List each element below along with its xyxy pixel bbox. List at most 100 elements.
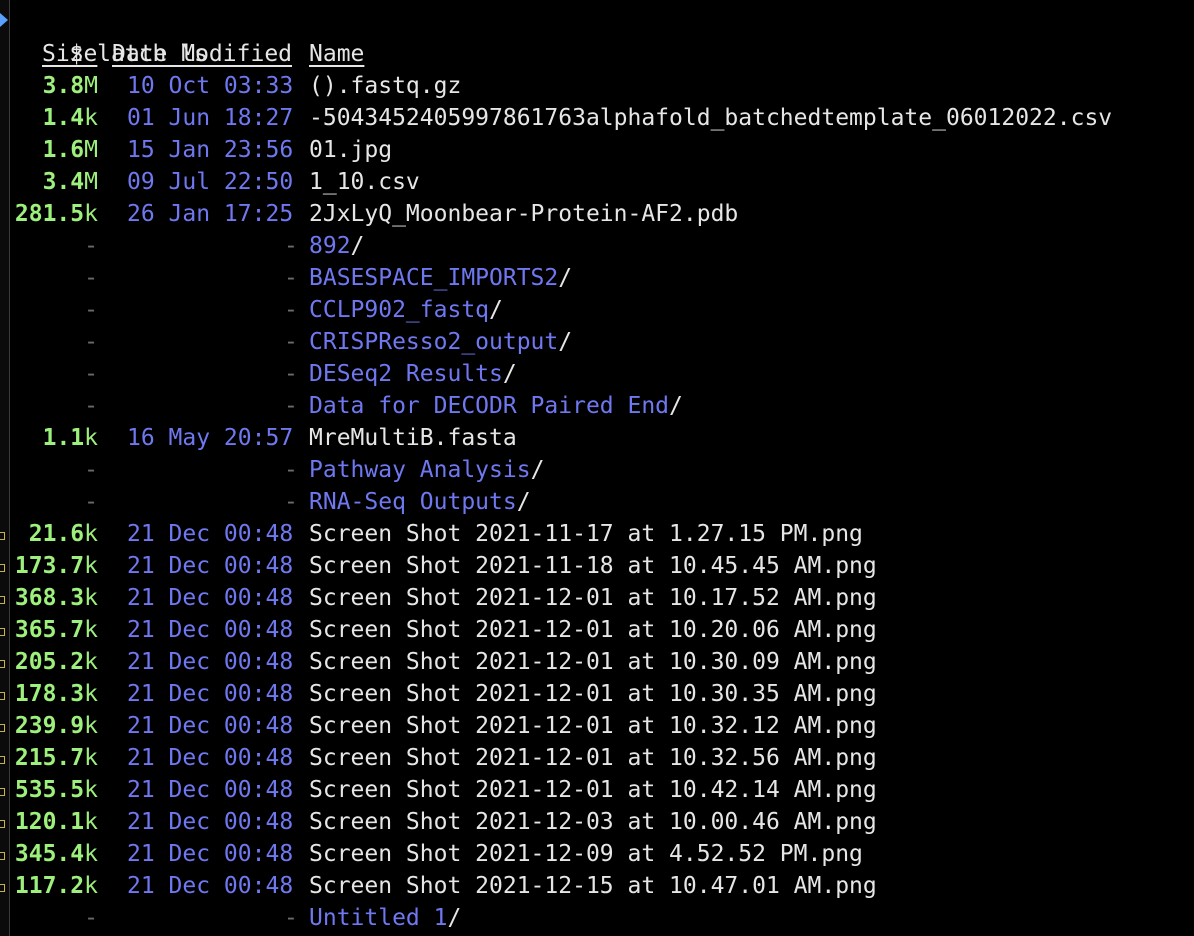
directory-name: 892/ — [309, 230, 364, 262]
date-cell: 21 Dec 00:48 — [127, 585, 294, 611]
entry-name: Screen Shot 2021-12-01 at 10.42.14 AM.pn… — [309, 777, 877, 803]
size-cell: - — [14, 390, 98, 422]
size-unit: k — [84, 681, 98, 707]
entry-name: BASESPACE_IMPORTS2 — [309, 265, 559, 291]
directory-slash: / — [489, 297, 503, 323]
entry-name: Screen Shot 2021-12-01 at 10.30.09 AM.pn… — [309, 649, 877, 675]
date-cell: 21 Dec 00:48 — [127, 809, 294, 835]
entry-name: CCLP902_fastq — [309, 297, 490, 323]
date-cell: 21 Dec 00:48 — [127, 521, 294, 547]
size-unit: k — [84, 553, 98, 579]
file-row: 1.6M 15 Jan 23:56 01.jpg — [14, 134, 1194, 166]
file-list: 3.8M 10 Oct 03:33 ().fastq.gz 1.4k 01 Jun 18… — [14, 70, 1194, 934]
file-row: - -892/ — [14, 230, 1194, 262]
gutter-tick-icon — [0, 884, 5, 892]
size-value: 345.4 — [14, 841, 85, 867]
entry-name: Screen Shot 2021-11-17 at 1.27.15 PM.png — [309, 521, 863, 547]
file-row: 239.9k 21 Dec 00:48 Screen Shot 2021-12-01… — [14, 710, 1194, 742]
size-cell: - — [14, 326, 98, 358]
file-row: - - Pathway Analysis/ — [14, 454, 1194, 486]
size-cell: 239.9k — [14, 710, 98, 742]
file-row: 535.5k 21 Dec 00:48 Screen Shot 2021-12-01… — [14, 774, 1194, 806]
file-row: 368.3k 21 Dec 00:48 Screen Shot 2021-12-01… — [14, 582, 1194, 614]
size-value: 3.4 — [42, 169, 85, 195]
size-unit: M — [84, 169, 98, 195]
size-cell: 205.2k — [14, 646, 98, 678]
gutter-tick-icon — [0, 692, 5, 700]
size-unit: M — [84, 73, 98, 99]
directory-slash: / — [669, 393, 683, 419]
file-name: Screen Shot 2021-12-01 at 10.30.09 AM.pn… — [309, 646, 877, 678]
directory-name: Data for DECODR Paired End/ — [309, 390, 683, 422]
size-placeholder: - — [84, 361, 98, 387]
file-row: 21.6k 21 Dec 00:48 Screen Shot 2021-11-17 … — [14, 518, 1194, 550]
entry-name: -5043452405997861763alphafold_batchedtem… — [309, 105, 1113, 131]
date-cell: 21 Dec 00:48 — [127, 873, 294, 899]
table-header: Size Date Modified Name — [14, 38, 1194, 70]
size-placeholder: - — [84, 297, 98, 323]
date-cell: 09 Jul 22:50 — [127, 169, 294, 195]
date-cell: - — [284, 489, 298, 515]
file-row: 1.1k 16 May 20:57 MreMultiB.fasta — [14, 422, 1194, 454]
file-name: Screen Shot 2021-12-01 at 10.32.12 AM.pn… — [309, 710, 877, 742]
file-row: 3.8M 10 Oct 03:33 ().fastq.gz — [14, 70, 1194, 102]
entry-name: Data for DECODR Paired End — [309, 393, 670, 419]
date-cell: - — [284, 905, 298, 931]
date-cell: 21 Dec 00:48 — [127, 777, 294, 803]
entry-name: Screen Shot 2021-12-01 at 10.30.35 AM.pn… — [309, 681, 877, 707]
file-name: Screen Shot 2021-12-03 at 10.00.46 AM.pn… — [309, 806, 877, 838]
file-name: Screen Shot 2021-12-09 at 4.52.52 PM.png — [309, 838, 863, 870]
size-unit: k — [84, 617, 98, 643]
size-placeholder: - — [84, 457, 98, 483]
directory-slash: / — [350, 233, 365, 259]
gutter-tick-icon — [0, 596, 5, 604]
entry-name: 2JxLyQ_Moonbear-Protein-AF2.pdb — [309, 201, 739, 227]
file-row: 3.4M 09 Jul 22:50 1_10.csv — [14, 166, 1194, 198]
size-cell: 365.7k — [14, 614, 98, 646]
size-value: 205.2 — [14, 649, 85, 675]
size-cell: 3.4M — [14, 166, 98, 198]
size-value: 365.7 — [14, 617, 85, 643]
size-value: 368.3 — [14, 585, 85, 611]
gutter-tick-icon — [0, 532, 5, 540]
file-name: Screen Shot 2021-12-15 at 10.47.01 AM.pn… — [309, 870, 877, 902]
directory-slash: / — [558, 329, 573, 355]
date-cell: 21 Dec 00:48 — [127, 713, 294, 739]
entry-name: Screen Shot 2021-12-01 at 10.17.52 AM.pn… — [309, 585, 877, 611]
file-name: Screen Shot 2021-12-01 at 10.30.35 AM.pn… — [309, 678, 877, 710]
size-unit: k — [84, 873, 98, 899]
gutter-tick-icon — [0, 852, 5, 860]
file-row: 120.1k 21 Dec 00:48 Screen Shot 2021-12-03… — [14, 806, 1194, 838]
date-cell: - — [284, 361, 298, 387]
prompt-line: $ latch ls — [14, 6, 1194, 67]
gutter-tick-icon — [0, 724, 5, 732]
directory-slash: / — [558, 265, 573, 291]
file-row: 205.2k 21 Dec 00:48 Screen Shot 2021-12-01… — [14, 646, 1194, 678]
file-row: - - DESeq2 Results/ — [14, 358, 1194, 390]
size-value: 3.8 — [42, 73, 85, 99]
date-cell: 21 Dec 00:48 — [127, 649, 294, 675]
date-cell: - — [284, 297, 298, 323]
entry-name: 1_10.csv — [309, 169, 420, 195]
size-cell: 1.4k — [14, 102, 98, 134]
header-size: Size — [42, 41, 98, 67]
size-value: 21.6 — [28, 521, 85, 547]
date-cell: 21 Dec 00:48 — [127, 553, 294, 579]
date-cell: - — [284, 457, 298, 483]
file-row: - - Untitled 1/ — [14, 902, 1194, 934]
file-row: 1.4k 01 Jun 18:27 -5043452405997861763alph… — [14, 102, 1194, 134]
size-unit: k — [84, 425, 98, 451]
size-unit: k — [84, 745, 98, 771]
entry-name: Screen Shot 2021-12-01 at 10.32.12 AM.pn… — [309, 713, 877, 739]
size-placeholder: - — [84, 489, 98, 515]
file-row: - - Data for DECODR Paired End/ — [14, 390, 1194, 422]
file-row: - - CRISPResso2_output/ — [14, 326, 1194, 358]
size-value: 1.6 — [42, 137, 85, 163]
size-cell: 120.1k — [14, 806, 98, 838]
size-value: 120.1 — [14, 809, 85, 835]
date-cell: 01 Jun 18:27 — [127, 105, 294, 131]
size-value: 535.5 — [14, 777, 85, 803]
size-value: 178.3 — [14, 681, 85, 707]
file-name: MreMultiB.fasta — [309, 422, 517, 454]
directory-name: BASESPACE_IMPORTS2/ — [309, 262, 572, 294]
